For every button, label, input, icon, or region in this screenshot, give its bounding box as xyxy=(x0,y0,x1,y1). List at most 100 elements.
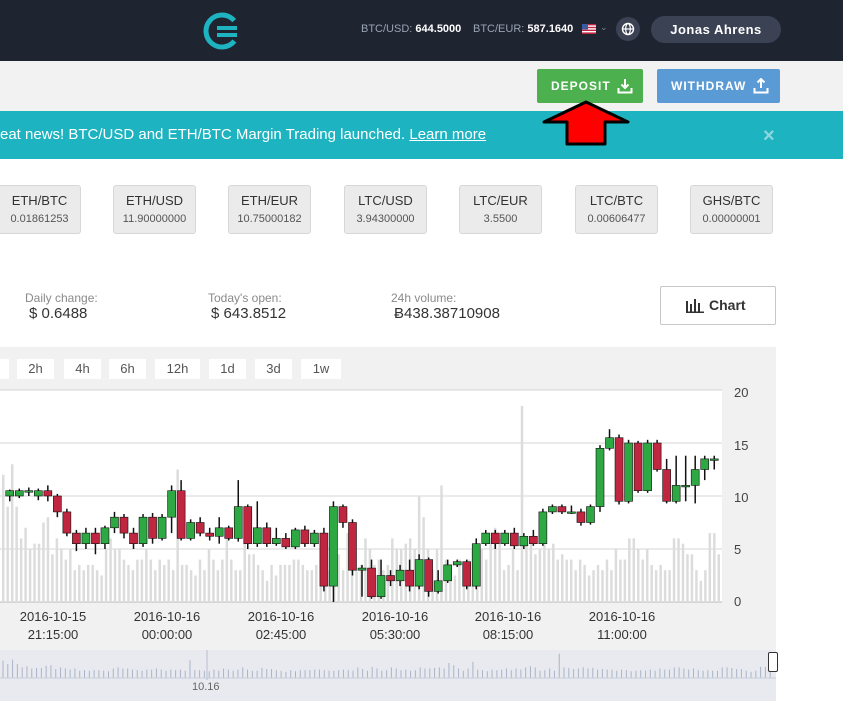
announcement-banner: eat news! BTC/USD and ETH/BTC Margin Tra… xyxy=(0,111,843,159)
volume-bar xyxy=(525,538,528,602)
volume-bar xyxy=(632,538,636,602)
pair-tile-ltc-btc[interactable]: LTC/BTC 0.00606477 xyxy=(575,185,658,234)
candle-body xyxy=(357,567,367,571)
volume-bar xyxy=(46,517,50,602)
red-arrow-icon xyxy=(542,100,630,146)
candle-body xyxy=(462,561,472,587)
volume-bar xyxy=(51,554,54,602)
candle-body xyxy=(614,437,624,502)
candle-body xyxy=(233,506,243,539)
pair-tile-ltc-eur[interactable]: LTC/EUR 3.5500 xyxy=(459,185,542,234)
candle-body xyxy=(433,580,443,592)
candle-body xyxy=(471,543,481,587)
candle-body xyxy=(167,490,176,518)
volume-bar xyxy=(391,538,394,602)
btc-usd-value: 644.5000 xyxy=(415,23,462,35)
pair-tile-eth-btc[interactable]: ETH/BTC 0.01861253 xyxy=(0,185,81,234)
volume-bar xyxy=(180,564,184,602)
volume-bar xyxy=(605,559,609,602)
volume-bar xyxy=(654,570,658,602)
cex-logo-icon[interactable] xyxy=(203,12,241,50)
deposit-label: DEPOSIT xyxy=(551,79,611,93)
volume-bar xyxy=(274,575,278,602)
chevron-down-icon[interactable]: ⌄ xyxy=(600,22,608,33)
volume-bar xyxy=(552,543,555,602)
volume-bar xyxy=(158,559,161,602)
withdraw-label: WITHDRAW xyxy=(671,79,747,93)
candle-body xyxy=(43,490,53,497)
volume-bar xyxy=(306,570,309,602)
volume-bar xyxy=(24,527,27,602)
y-tick-20: 20 xyxy=(734,385,749,400)
volume-bar xyxy=(628,538,631,602)
volume-bar xyxy=(663,570,667,602)
chart-button[interactable]: Chart xyxy=(660,286,776,325)
volume-bar xyxy=(154,570,157,602)
candle-body xyxy=(424,559,433,592)
volume-bar xyxy=(78,564,81,602)
pair-name: ETH/USD xyxy=(125,193,184,208)
volume-bar xyxy=(118,549,121,602)
pair-price: 10.75000182 xyxy=(237,213,302,225)
volume-bar xyxy=(534,554,537,602)
candle-body xyxy=(671,485,681,502)
candle-body xyxy=(414,559,424,587)
volume-bar xyxy=(6,506,9,602)
pair-tile-eth-eur[interactable]: ETH/EUR 10.75000182 xyxy=(228,185,311,234)
volume-bar xyxy=(131,570,135,602)
volume-bar xyxy=(122,559,126,602)
volume-bar xyxy=(587,575,591,602)
volume-bar xyxy=(601,570,604,602)
navigator-handle[interactable] xyxy=(768,652,778,672)
volume-bar xyxy=(480,549,483,602)
volume-bar xyxy=(19,538,23,602)
volume-bar xyxy=(33,543,36,602)
deposit-button[interactable]: DEPOSIT xyxy=(537,69,643,103)
us-flag-icon[interactable] xyxy=(582,24,596,34)
candlestick-chart[interactable] xyxy=(0,347,776,701)
candle-body xyxy=(243,506,253,545)
candle-body xyxy=(24,490,34,493)
x-tick-time: 00:00:00 xyxy=(141,627,193,642)
volume-bar xyxy=(221,559,224,602)
volume-bar xyxy=(140,559,144,602)
pair-name: ETH/BTC xyxy=(11,193,68,208)
pair-price: 3.94300000 xyxy=(356,213,415,225)
pair-price: 0.01861253 xyxy=(10,213,69,225)
candle-body xyxy=(481,532,491,545)
language-button[interactable] xyxy=(616,17,640,41)
pair-tile-ltc-usd[interactable]: LTC/USD 3.94300000 xyxy=(344,185,427,234)
volume-value: Ƀ438.38710908 xyxy=(394,305,500,322)
withdraw-button[interactable]: WITHDRAW xyxy=(657,69,780,103)
candle-body xyxy=(176,490,186,539)
volume-bar xyxy=(614,549,618,602)
volume-bar xyxy=(167,559,170,602)
volume-bar xyxy=(484,559,488,602)
volume-bar xyxy=(498,538,501,602)
banner-message: eat news! BTC/USD and ETH/BTC Margin Tra… xyxy=(0,111,486,159)
pair-tile-ghs-btc[interactable]: GHS/BTC 0.00000001 xyxy=(690,185,773,234)
volume-bar xyxy=(315,564,318,602)
candle-body xyxy=(367,567,376,598)
candle-body xyxy=(195,522,205,534)
candle-body xyxy=(129,532,138,545)
top-navbar: BTC/USD: 644.5000 BTC/EUR: 587.1640 ⌄ Jo… xyxy=(0,0,843,61)
pair-tile-eth-usd[interactable]: ETH/USD 11.90000000 xyxy=(113,185,196,234)
candle-body xyxy=(81,532,91,545)
chart-navigator[interactable] xyxy=(0,650,776,701)
volume-bar xyxy=(301,564,305,602)
volume-bar xyxy=(91,564,94,602)
volume-bar xyxy=(127,564,130,602)
volume-bar xyxy=(672,538,676,602)
candle-body xyxy=(281,538,291,548)
close-icon[interactable]: × xyxy=(763,112,775,160)
y-tick-0: 0 xyxy=(734,594,742,609)
candle-body xyxy=(500,532,510,545)
volume-bar xyxy=(516,570,519,602)
learn-more-link[interactable]: Learn more xyxy=(409,126,486,143)
volume-bar xyxy=(704,570,707,602)
candle-body xyxy=(662,469,671,502)
volume-bar xyxy=(543,538,546,602)
user-menu-button[interactable]: Jonas Ahrens xyxy=(651,16,781,43)
candle-body xyxy=(624,442,633,502)
